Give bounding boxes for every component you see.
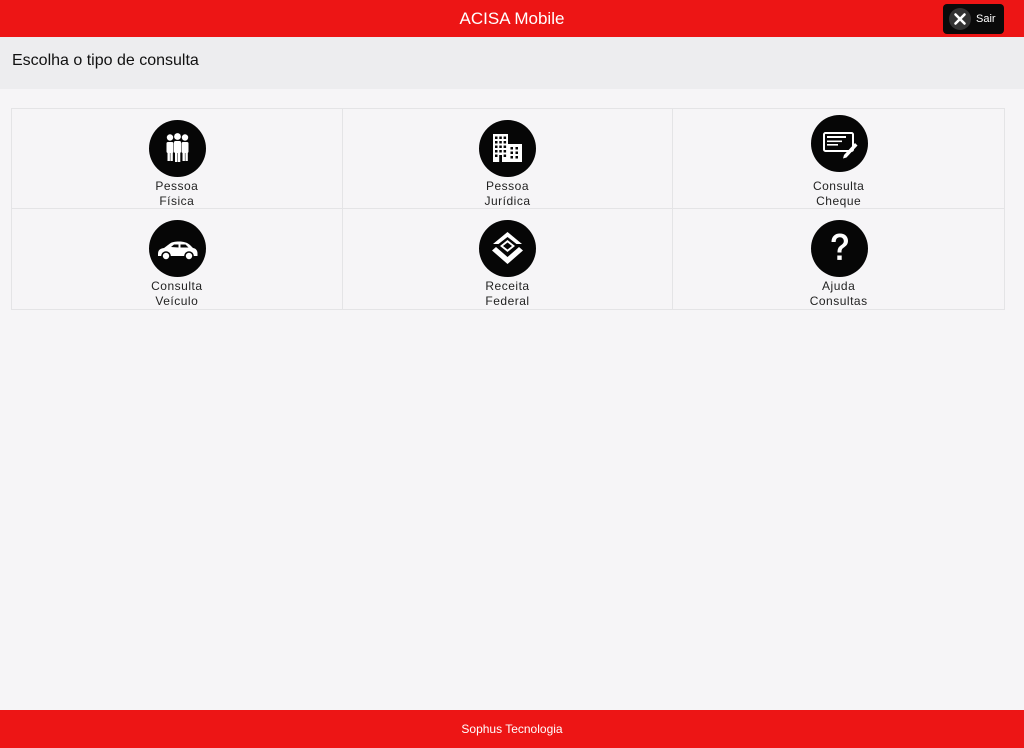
receita-federal-icon: [479, 220, 537, 277]
tile-consulta-veiculo[interactable]: Consulta Veículo: [12, 209, 343, 309]
app-header: ACISA Mobile Sair: [0, 0, 1024, 37]
tile-label: Pessoa Jurídica: [484, 179, 531, 208]
question-icon: [810, 220, 868, 277]
close-icon: [949, 8, 971, 30]
footer-text: Sophus Tecnologia: [461, 722, 563, 736]
tile-label: Receita Federal: [485, 279, 530, 308]
exit-button[interactable]: Sair: [943, 4, 1004, 34]
tile-ajuda-consultas[interactable]: Ajuda Consultas: [673, 209, 1004, 309]
tile-label: Consulta Cheque: [812, 179, 865, 208]
tile-label: Consulta Veículo: [151, 279, 203, 308]
subheader: Escolha o tipo de consulta: [0, 37, 1024, 89]
tile-pessoa-fisica[interactable]: Pessoa Física: [12, 109, 343, 209]
app-title: ACISA Mobile: [459, 9, 565, 28]
tile-label: Pessoa Física: [155, 179, 199, 208]
check-icon: [810, 115, 868, 172]
car-icon: [148, 220, 206, 277]
app-footer: Sophus Tecnologia: [0, 710, 1024, 748]
query-type-grid: Pessoa Física Pessoa Jurídica Consulta C…: [11, 108, 1005, 310]
people-icon: [148, 120, 206, 177]
tile-pessoa-juridica[interactable]: Pessoa Jurídica: [342, 109, 674, 209]
tile-label: Ajuda Consultas: [809, 279, 868, 308]
tile-receita-federal[interactable]: Receita Federal: [342, 209, 674, 309]
tile-consulta-cheque[interactable]: Consulta Cheque: [673, 109, 1004, 209]
page-title: Escolha o tipo de consulta: [12, 52, 199, 69]
exit-label: Sair: [976, 13, 996, 25]
buildings-icon: [479, 120, 537, 177]
